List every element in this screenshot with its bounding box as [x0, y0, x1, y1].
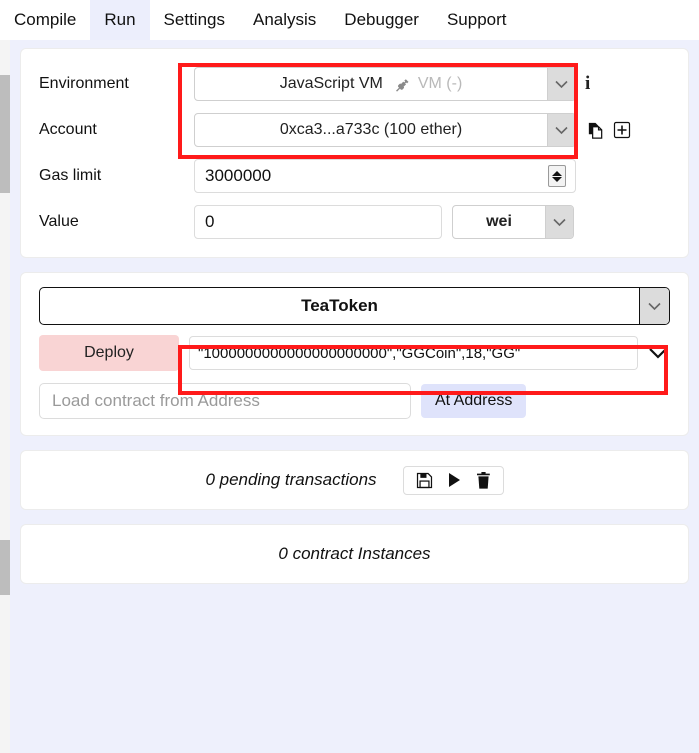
environment-select-value: JavaScript VM VM (-) — [195, 75, 547, 93]
tab-debugger[interactable]: Debugger — [330, 0, 433, 40]
account-select-value: 0xca3...a733c (100 ether) — [195, 121, 547, 139]
plus-square-icon[interactable] — [613, 121, 631, 139]
contract-select-value: TeaToken — [301, 296, 378, 315]
tab-compile-label: Compile — [14, 10, 77, 29]
value-label: Value — [39, 213, 79, 230]
pending-transactions-actions — [402, 465, 504, 495]
pending-transactions-card: 0 pending transactions — [20, 450, 689, 510]
value-unit-value: wei — [453, 213, 545, 231]
tab-debugger-label: Debugger — [344, 10, 419, 29]
contract-chevron-down-icon[interactable] — [639, 288, 669, 324]
tab-support-label: Support — [446, 10, 507, 29]
constructor-args-chevron-down-icon[interactable] — [646, 347, 670, 359]
pending-transactions-label: 0 pending transactions — [205, 470, 377, 489]
scrollbar-thumb-upper[interactable] — [0, 75, 10, 193]
main-tabbar: Compile Run Settings Analysis Debugger S… — [0, 0, 699, 40]
value-unit-text: wei — [486, 213, 512, 230]
info-icon[interactable]: i — [585, 73, 590, 95]
environment-value-text: JavaScript VM — [279, 75, 383, 92]
pending-transactions-bar: 0 pending transactions — [39, 457, 670, 503]
deploy-row: Deploy "1000000000000000000000","GGCoin"… — [39, 335, 670, 371]
run-tab-panel: Environment JavaScript VM VM (-) i Accou… — [10, 40, 699, 753]
vertical-scrollbar[interactable] — [0, 40, 10, 753]
environment-label: Environment — [39, 75, 129, 92]
value-unit-select[interactable]: wei — [452, 205, 574, 239]
environment-row: Environment JavaScript VM VM (-) i — [39, 67, 670, 101]
contract-select[interactable]: TeaToken — [39, 287, 670, 325]
tab-support[interactable]: Support — [432, 0, 521, 40]
tab-run[interactable]: Run — [90, 0, 150, 40]
environment-chevron-down-icon[interactable] — [547, 68, 575, 100]
tab-run-label: Run — [104, 10, 136, 29]
deploy-button[interactable]: Deploy — [39, 335, 179, 371]
account-label: Account — [39, 121, 97, 138]
save-icon[interactable] — [416, 472, 433, 489]
gas-limit-label: Gas limit — [39, 167, 102, 184]
environment-connection-status: VM (-) — [417, 75, 463, 92]
account-select[interactable]: 0xca3...a733c (100 ether) — [194, 113, 576, 147]
tab-settings-label: Settings — [163, 10, 225, 29]
run-settings-card: Environment JavaScript VM VM (-) i Accou… — [20, 48, 689, 258]
contract-instances-label: 0 contract Instances — [278, 544, 431, 563]
scrollbar-thumb-lower[interactable] — [0, 540, 10, 595]
account-row: Account 0xca3...a733c (100 ether) — [39, 113, 670, 147]
account-value-text: 0xca3...a733c (100 ether) — [279, 121, 463, 138]
gas-limit-input[interactable]: 3000000 — [194, 159, 576, 193]
spinner-icon[interactable] — [548, 165, 566, 187]
copy-icon[interactable] — [586, 121, 605, 140]
gas-limit-row: Gas limit 3000000 — [39, 159, 670, 193]
plug-icon — [392, 76, 409, 93]
account-chevron-down-icon[interactable] — [547, 114, 575, 146]
environment-select[interactable]: JavaScript VM VM (-) — [194, 67, 576, 101]
at-address-row: Load contract from Address At Address — [39, 383, 670, 419]
contract-deploy-card: TeaToken Deploy "1000000000000000000000"… — [20, 272, 689, 436]
value-row: Value 0 wei — [39, 205, 670, 239]
value-input[interactable]: 0 — [194, 205, 442, 239]
at-address-button[interactable]: At Address — [421, 384, 527, 418]
constructor-args-input[interactable]: "1000000000000000000000","GGCoin",18,"GG… — [189, 336, 638, 370]
trash-icon[interactable] — [476, 471, 491, 489]
play-icon[interactable] — [447, 472, 462, 488]
load-contract-address-input[interactable]: Load contract from Address — [39, 383, 411, 419]
value-unit-chevron-down-icon[interactable] — [545, 206, 573, 238]
tab-analysis-label: Analysis — [252, 10, 317, 29]
tab-analysis[interactable]: Analysis — [238, 0, 331, 40]
tab-settings[interactable]: Settings — [149, 0, 239, 40]
tab-compile[interactable]: Compile — [0, 0, 91, 40]
contract-instances-card: 0 contract Instances — [20, 524, 689, 584]
